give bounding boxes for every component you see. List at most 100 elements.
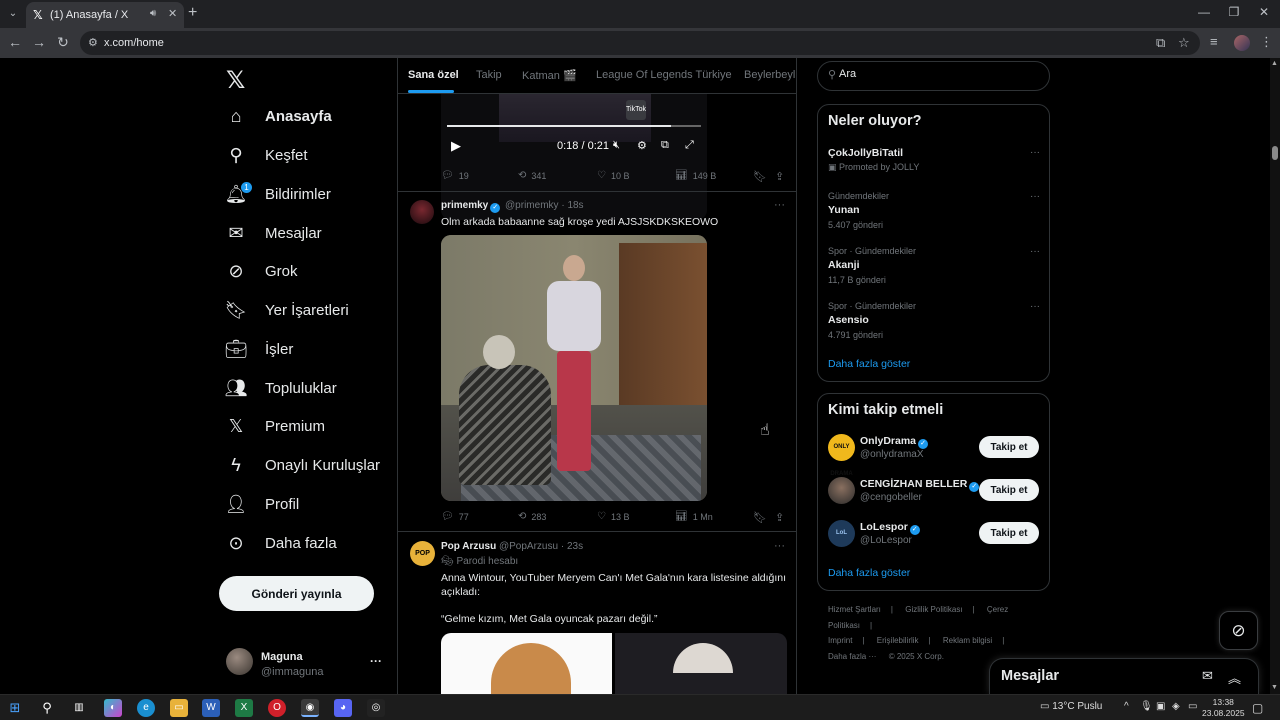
share-icon[interactable]: ⇪	[775, 511, 784, 524]
account-switcher[interactable]: Maguna @immaguna ···	[226, 646, 386, 682]
scroll-down-icon[interactable]: ▼	[1271, 684, 1278, 691]
settings-gear-icon[interactable]: ⚙︎	[637, 139, 647, 152]
new-tab-button[interactable]: +	[188, 4, 197, 22]
fullscreen-icon[interactable]: ⤢	[685, 139, 694, 152]
reload-icon[interactable]: ↻	[54, 34, 72, 51]
scroll-up-icon[interactable]: ▲	[1271, 60, 1278, 67]
microphone-icon[interactable]: 🎙︎	[1140, 701, 1153, 712]
chrome-icon[interactable]: ◉	[301, 699, 319, 717]
follow-button[interactable]: Takip et	[979, 522, 1039, 544]
nav-jobs[interactable]: 💼︎ İşler	[225, 334, 294, 364]
tweet-time[interactable]: 18s	[567, 200, 583, 211]
nav-home[interactable]: ⌂ Anasayfa	[226, 101, 332, 131]
bookmark-icon[interactable]: 🔖︎	[753, 170, 767, 183]
grok-floating-button[interactable]: ⊘	[1219, 611, 1258, 650]
tweet-image[interactable]	[441, 633, 612, 694]
nav-notifications[interactable]: 🔔︎ 1 Bildirimler	[225, 179, 331, 209]
author-handle[interactable]: @primemky	[505, 200, 559, 211]
trend-item[interactable]: Spor · Gündemdekiler Asensio 4.791 gönde…	[828, 301, 1040, 345]
notification-center-icon[interactable]: ▢	[1252, 701, 1263, 715]
show-more-link[interactable]: Daha fazla göster	[828, 358, 910, 370]
app-icon[interactable]: ◎	[367, 699, 385, 717]
tweet-image[interactable]	[615, 633, 787, 694]
follow-button[interactable]: Takip et	[979, 479, 1039, 501]
nav-premium[interactable]: 𝕏 Premium	[226, 411, 325, 441]
weather-widget[interactable]: ▭ 13°C Puslu	[1040, 701, 1102, 712]
views-button[interactable]: 📊︎ 149 B	[675, 170, 716, 181]
restore-icon[interactable]: ❐	[1224, 5, 1244, 19]
windows-start-icon[interactable]: ⊞	[6, 699, 24, 717]
trend-item[interactable]: ÇokJollyBiTatil ▣ Promoted by JOLLY ···	[828, 147, 1040, 191]
tweet-time[interactable]: 23s	[567, 541, 583, 552]
volume-icon[interactable]: ◈	[1172, 701, 1180, 712]
battery-icon[interactable]: ▭	[1188, 701, 1197, 712]
more-horizontal-icon[interactable]: ···	[774, 540, 785, 552]
video-progress-bar[interactable]	[447, 125, 701, 127]
pip-icon[interactable]: ⧉	[661, 139, 669, 152]
repost-button[interactable]: ⟲ 283	[518, 511, 546, 522]
like-button[interactable]: ♡ 13 B	[597, 511, 629, 522]
opera-icon[interactable]: O	[268, 699, 286, 717]
avatar[interactable]: POP ARZUSU	[410, 541, 439, 582]
address-bar[interactable]: ⚙︎ x.com/home ⧉ ☆	[80, 31, 1200, 55]
tab-close-icon[interactable]: ✕	[168, 7, 177, 20]
chevron-up-icon[interactable]: ︽	[1228, 668, 1241, 687]
new-message-icon[interactable]: ✉︎	[1202, 668, 1213, 684]
more-horizontal-icon[interactable]: ···	[1030, 301, 1040, 312]
author-name[interactable]: Pop Arzusu	[441, 541, 496, 552]
author-handle[interactable]: @PopArzusu	[499, 541, 558, 552]
browser-menu-icon[interactable]: ⋮	[1260, 34, 1273, 50]
tab-search-dropdown[interactable]: ⌄	[4, 5, 22, 23]
media-control-icon[interactable]: ≡	[1210, 34, 1218, 49]
chevron-up-icon[interactable]: ^	[1124, 701, 1129, 712]
search-input[interactable]	[839, 68, 1039, 80]
forward-icon[interactable]: →	[30, 34, 48, 50]
nav-bookmarks[interactable]: 🔖︎ Yer İşaretleri	[225, 295, 349, 325]
search-box[interactable]: ⚲	[817, 61, 1050, 91]
tweet-video[interactable]	[441, 235, 707, 501]
like-button[interactable]: ♡ 10 B	[597, 170, 629, 181]
edge-icon[interactable]: e	[137, 699, 155, 717]
follow-button[interactable]: Takip et	[979, 436, 1039, 458]
bookmark-icon[interactable]: 🔖︎	[753, 511, 767, 524]
follow-suggestion[interactable]: CENGİZHAN BELLER ✓ @cengobeller Takip et	[828, 477, 1040, 511]
url-text[interactable]: x.com/home	[104, 37, 164, 49]
views-button[interactable]: 📊︎ 1 Mn	[675, 511, 713, 522]
trend-item[interactable]: Gündemdekiler Yunan 5.407 gönderi ···	[828, 191, 1040, 235]
messages-drawer[interactable]: Mesajlar ✉︎ ︽	[989, 658, 1259, 694]
discord-icon[interactable]: ◕	[334, 699, 352, 717]
nav-explore[interactable]: ⚲ Keşfet	[226, 140, 307, 170]
nav-communities[interactable]: 👥︎ Topluluklar	[225, 373, 337, 403]
more-horizontal-icon[interactable]: ···	[1030, 191, 1040, 202]
tab-following[interactable]: Takip	[476, 69, 502, 81]
tab-katman[interactable]: Katman 🎬	[522, 69, 577, 82]
tab-lol-turkiye[interactable]: League Of Legends Türkiye	[596, 69, 732, 81]
install-app-icon[interactable]: ⧉	[1156, 35, 1165, 51]
footer-link[interactable]: Gizlilik Politikası	[905, 605, 962, 614]
nav-messages[interactable]: ✉︎ Mesajlar	[226, 218, 321, 248]
author-name[interactable]: primemky	[441, 200, 488, 211]
more-horizontal-icon[interactable]: ···	[1030, 246, 1040, 257]
browser-profile-avatar[interactable]	[1234, 35, 1250, 51]
post-button[interactable]: Gönderi yayınla	[219, 576, 374, 611]
footer-link[interactable]: Reklam bilgisi	[943, 636, 992, 645]
more-horizontal-icon[interactable]: ···	[370, 654, 382, 668]
scroll-thumb[interactable]	[1272, 146, 1278, 160]
footer-link[interactable]: Imprint	[828, 636, 852, 645]
follow-suggestion[interactable]: ONLY DRAMA OnlyDrama ✓ @onlydramaX Takip …	[828, 434, 1040, 477]
tab-beylerbeyli[interactable]: Beylerbeyli	[744, 69, 796, 81]
more-horizontal-icon[interactable]: ···	[1030, 147, 1040, 158]
clock[interactable]: 13:38 23.08.2025	[1202, 697, 1245, 719]
speaker-icon[interactable]: 🔊︎	[150, 8, 156, 19]
copilot-icon[interactable]: ◐	[104, 699, 122, 717]
nav-more[interactable]: ⊙ Daha fazla	[226, 528, 336, 558]
play-icon[interactable]: ▶	[451, 138, 461, 154]
site-info-icon[interactable]: ⚙︎	[88, 36, 98, 49]
nav-verified-orgs[interactable]: ϟ Onaylı Kuruluşlar	[226, 450, 380, 480]
reply-button[interactable]: 💬︎ 77	[441, 511, 469, 522]
nav-grok[interactable]: ⊘ Grok	[226, 256, 297, 286]
network-icon[interactable]: ▣	[1156, 701, 1165, 712]
trend-item[interactable]: Spor · Gündemdekiler Akanji 11,7 B gönde…	[828, 246, 1040, 290]
bookmark-star-icon[interactable]: ☆	[1178, 35, 1190, 51]
show-more-link[interactable]: Daha fazla göster	[828, 567, 910, 579]
